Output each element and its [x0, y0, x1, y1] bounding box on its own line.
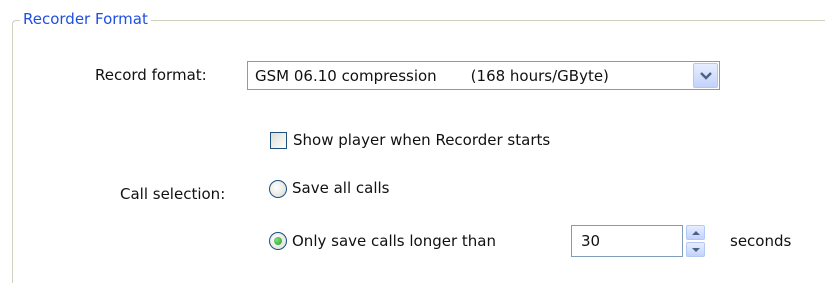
save-all-calls-radio[interactable] — [269, 180, 287, 198]
triangle-up-icon — [692, 231, 700, 235]
seconds-unit-label: seconds — [730, 232, 792, 250]
save-all-calls-label[interactable]: Save all calls — [292, 178, 389, 198]
spin-down-button[interactable] — [686, 242, 705, 257]
only-save-longer-label[interactable]: Only save calls longer than — [292, 231, 496, 251]
record-format-select[interactable]: GSM 06.10 compression (168 hours/GByte) — [247, 61, 720, 90]
min-seconds-spinner[interactable] — [686, 225, 705, 257]
call-selection-label: Call selection: — [120, 185, 226, 203]
only-save-longer-radio[interactable] — [269, 232, 287, 250]
triangle-down-icon — [692, 248, 700, 252]
record-format-value: GSM 06.10 compression (168 hours/GByte) — [255, 66, 609, 86]
min-seconds-input[interactable]: 30 — [571, 225, 683, 257]
record-format-dropdown-button[interactable] — [693, 63, 718, 88]
show-player-checkbox[interactable] — [270, 132, 287, 149]
record-format-label: Record format: — [95, 66, 207, 84]
chevron-down-icon — [700, 72, 712, 80]
min-seconds-value[interactable]: 30 — [581, 231, 600, 251]
show-player-label[interactable]: Show player when Recorder starts — [293, 130, 550, 150]
spin-up-button[interactable] — [686, 225, 705, 240]
record-format-selected-value: GSM 06.10 compression — [255, 67, 437, 85]
group-title: Recorder Format — [20, 9, 151, 29]
record-format-selected-detail: (168 hours/GByte) — [470, 67, 609, 85]
radio-selected-dot — [274, 237, 282, 245]
